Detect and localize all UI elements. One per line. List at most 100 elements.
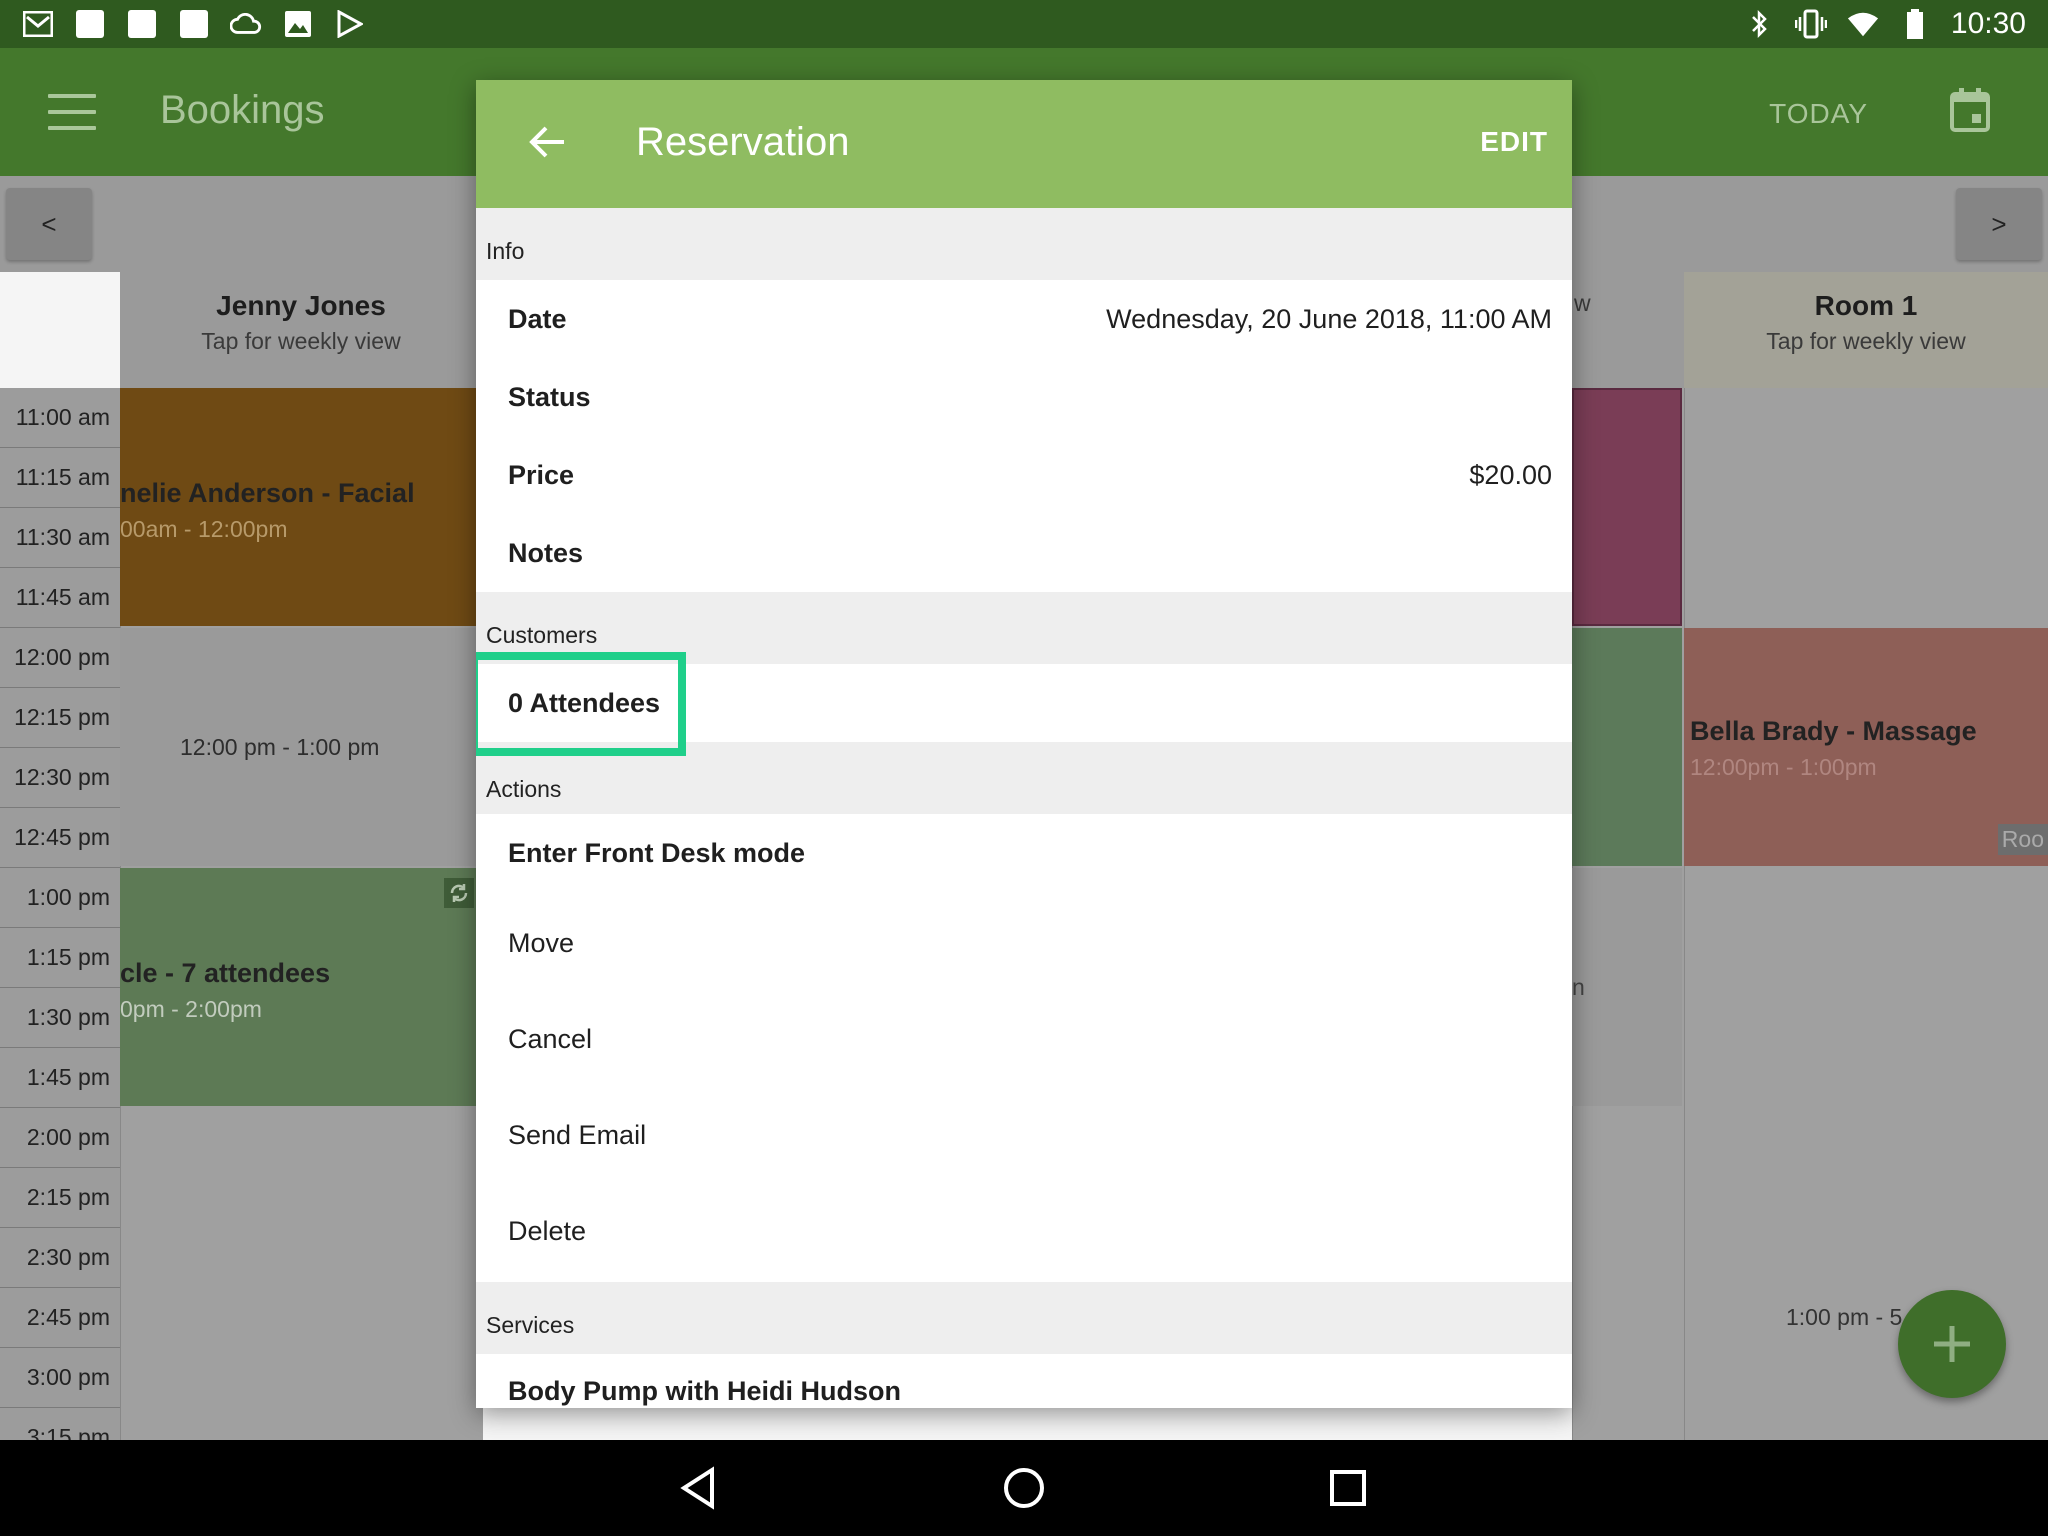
booking-pink[interactable] <box>1572 388 1682 626</box>
booking-title: nelie Anderson - Facial <box>120 478 415 508</box>
attendees-highlight <box>476 652 686 756</box>
square-icon <box>74 8 106 40</box>
booking-time: 12:00pm - 1:00pm <box>1690 754 1877 780</box>
time-gutter: 11:00 am 11:15 am 11:30 am 11:45 am 12:0… <box>0 388 120 1468</box>
section-services: Services <box>476 1282 1572 1354</box>
info-row-price[interactable]: Price $20.00 <box>476 436 1572 514</box>
section-label: Actions <box>486 776 562 802</box>
section-info: Info <box>476 208 1572 280</box>
room-tag: Roo <box>1997 824 2048 855</box>
back-icon[interactable] <box>676 1464 724 1512</box>
app-title: Bookings <box>160 88 325 132</box>
row-label: Status <box>508 382 591 412</box>
partial-text: n <box>1572 974 1585 1000</box>
service-row[interactable]: Body Pump with Heidi Hudson <box>476 1354 1572 1408</box>
time-label: 11:00 am <box>0 388 120 448</box>
dialog-title: Reservation <box>636 120 850 164</box>
time-label: 12:00 pm <box>0 628 120 688</box>
time-label: 11:15 am <box>0 448 120 508</box>
edit-button[interactable]: EDIT <box>1480 126 1548 158</box>
free-slot[interactable]: 12:00 pm - 1:00 pm <box>120 628 482 866</box>
time-label: 12:30 pm <box>0 748 120 808</box>
action-label: Delete <box>508 1216 587 1246</box>
column-name: Jenny Jones <box>216 290 386 321</box>
section-label: Services <box>486 1312 575 1338</box>
wifi-icon <box>1847 8 1879 40</box>
action-delete[interactable]: Delete <box>476 1186 1572 1282</box>
booking-grey[interactable]: n <box>1572 868 1682 1106</box>
time-label: 1:30 pm <box>0 988 120 1048</box>
time-label: 1:15 pm <box>0 928 120 988</box>
time-label: 12:45 pm <box>0 808 120 868</box>
vibrate-icon <box>1794 8 1827 40</box>
booking-time: 0pm - 2:00pm <box>120 996 262 1022</box>
bluetooth-icon <box>1743 8 1775 40</box>
info-row-notes[interactable]: Notes <box>476 514 1572 592</box>
column-subtitle: w <box>1574 290 1591 316</box>
room-free-slot[interactable]: 1:00 pm - 5 <box>1684 1304 1902 1344</box>
action-label: Move <box>508 928 575 958</box>
row-label: Notes <box>508 538 584 568</box>
time-label: 1:00 pm <box>0 868 120 928</box>
calendar-icon[interactable] <box>1950 88 1998 136</box>
time-label: 12:15 pm <box>0 688 120 748</box>
booking-facial[interactable]: nelie Anderson - Facial 00am - 12:00pm <box>120 388 482 626</box>
add-booking-button[interactable] <box>1898 1290 2006 1398</box>
booking-title: Bella Brady - Massage <box>1690 716 1977 746</box>
service-name: Body Pump with Heidi Hudson <box>508 1376 901 1406</box>
column-header-partial[interactable]: w <box>1572 272 1684 388</box>
recents-icon[interactable] <box>1324 1464 1372 1512</box>
booking-title: cle - 7 attendees <box>120 958 331 988</box>
time-label: 11:30 am <box>0 508 120 568</box>
clock: 10:30 <box>1950 7 2026 40</box>
slot-time: 12:00 pm - 1:00 pm <box>180 734 380 760</box>
column-subtitle: Tap for weekly view <box>1766 328 1966 354</box>
time-label: 2:00 pm <box>0 1108 120 1168</box>
menu-icon[interactable] <box>48 88 96 136</box>
booking-green[interactable] <box>1572 628 1682 866</box>
info-row-date[interactable]: Date Wednesday, 20 June 2018, 11:00 AM <box>476 280 1572 358</box>
square-icon <box>178 8 210 40</box>
today-button[interactable]: TODAY <box>1769 98 1868 130</box>
action-send-email[interactable]: Send Email <box>476 1090 1572 1186</box>
row-value: Wednesday, 20 June 2018, 11:00 AM <box>1106 304 1552 334</box>
home-icon[interactable] <box>1000 1464 1048 1512</box>
previous-day-button[interactable]: < <box>6 188 92 260</box>
notification-icons <box>22 8 366 40</box>
column-name: Room 1 <box>1814 290 1918 321</box>
column-subtitle: Tap for weekly view <box>201 328 401 354</box>
time-label: 2:30 pm <box>0 1228 120 1288</box>
column-header-room-1[interactable]: Room 1 Tap for weekly view <box>1684 272 2048 388</box>
square-icon <box>126 8 158 40</box>
column-header-jenny-jones[interactable]: Jenny Jones Tap for weekly view <box>120 272 482 388</box>
section-label: Customers <box>486 622 598 648</box>
status-bar: 10:30 <box>0 0 2048 48</box>
action-label: Cancel <box>508 1024 593 1054</box>
booking-class[interactable]: cle - 7 attendees 0pm - 2:00pm <box>120 868 482 1106</box>
system-icons: 10:30 <box>1743 4 2026 44</box>
time-label: 3:00 pm <box>0 1348 120 1408</box>
booking-massage[interactable]: Bella Brady - Massage 12:00pm - 1:00pm R… <box>1684 628 2048 866</box>
row-label: Price <box>508 460 575 490</box>
action-label: Enter Front Desk mode <box>508 838 806 868</box>
time-label: 2:45 pm <box>0 1288 120 1348</box>
booking-time: 00am - 12:00pm <box>120 516 288 542</box>
row-value: $20.00 <box>1469 460 1552 490</box>
action-front-desk[interactable]: Enter Front Desk mode <box>476 814 1572 898</box>
section-label: Info <box>486 238 525 264</box>
action-cancel[interactable]: Cancel <box>476 994 1572 1090</box>
recurring-icon <box>444 878 474 908</box>
cloud-icon <box>230 8 262 40</box>
reservation-dialog: Reservation EDIT Info Date Wednesday, 20… <box>476 80 1572 1408</box>
action-label: Send Email <box>508 1120 647 1150</box>
info-row-status[interactable]: Status <box>476 358 1572 436</box>
system-navigation-bar <box>0 1440 2048 1536</box>
action-move[interactable]: Move <box>476 898 1572 994</box>
column-room-1 <box>1684 388 2048 1440</box>
back-arrow-icon[interactable] <box>528 122 572 166</box>
next-day-button[interactable]: > <box>1956 188 2042 260</box>
dialog-header: Reservation EDIT <box>476 80 1572 208</box>
play-store-icon <box>334 8 366 40</box>
slot-time: 1:00 pm - 5 <box>1786 1304 1903 1330</box>
row-label: Date <box>508 304 567 334</box>
